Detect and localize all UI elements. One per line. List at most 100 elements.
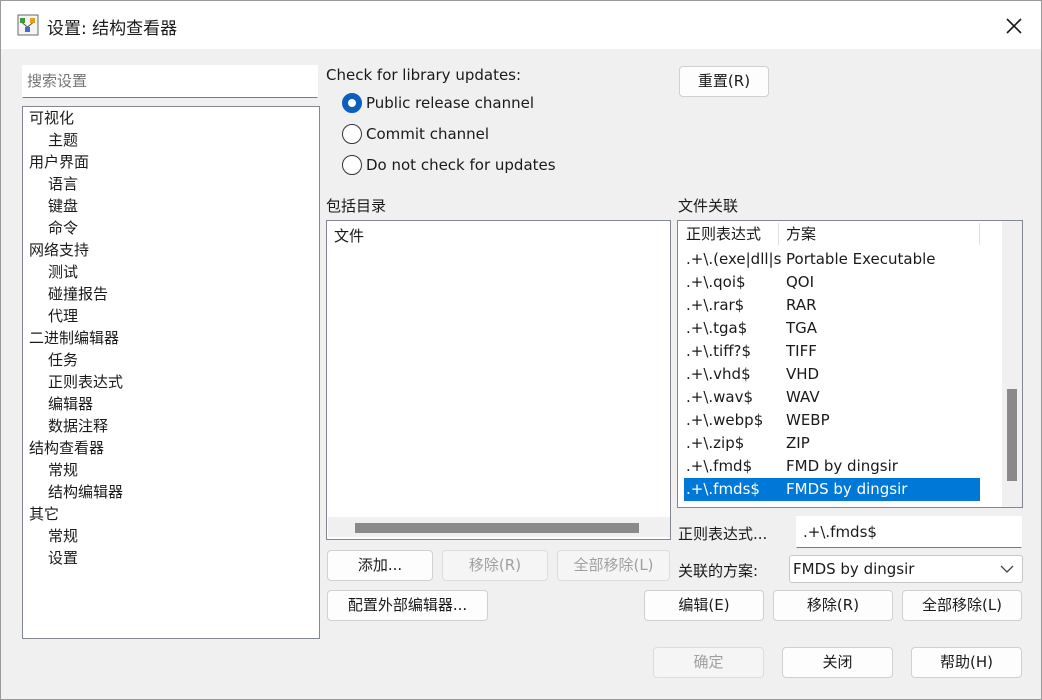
- table-row[interactable]: .+\.qoi$ QOI: [684, 271, 980, 294]
- scrollbar-thumb[interactable]: [1007, 389, 1017, 481]
- file-assoc-label: 文件关联: [678, 197, 739, 215]
- regex-cell: .+\.zip$: [686, 434, 745, 452]
- regex-cell: .+\.tiff?$: [686, 342, 752, 360]
- table-row[interactable]: .+\.vhd$ VHD: [684, 363, 980, 386]
- tree-child-item[interactable]: 测试: [48, 261, 78, 283]
- list-item[interactable]: 文件: [334, 225, 364, 247]
- tree-category-item[interactable]: 可视化: [29, 107, 74, 129]
- settings-tree[interactable]: 可视化 主题 用户界面 语言 键盘 命令 网络支持 测试 碰撞报告 代理 二进制编辑器 任务 正则表达式…: [22, 106, 320, 639]
- remove-all-dirs-button[interactable]: 全部移除(L): [557, 550, 670, 581]
- settings-dialog: 设置: 结构查看器 可视化主题用户界面语言键盘命令网络支持测试碰撞报告代理二进制…: [0, 0, 1042, 700]
- scheme-cell: RAR: [786, 296, 817, 314]
- tree-category-item[interactable]: 网络支持: [29, 239, 89, 261]
- add-dir-button[interactable]: 添加...: [327, 550, 433, 581]
- scheme-cell: WEBP: [786, 411, 830, 429]
- remove-dir-button[interactable]: 移除(R): [442, 550, 548, 581]
- scheme-cell: TIFF: [786, 342, 817, 360]
- tree-child-item[interactable]: 常规: [48, 525, 78, 547]
- radio-commit-channel[interactable]: Commit channel: [342, 123, 542, 145]
- chevron-down-icon: [1000, 565, 1014, 573]
- tree-child-item[interactable]: 设置: [48, 547, 78, 569]
- tree-category-item[interactable]: 结构查看器: [29, 437, 104, 459]
- ok-button[interactable]: 确定: [653, 647, 764, 678]
- scrollbar-thumb[interactable]: [355, 523, 639, 533]
- column-header-scheme[interactable]: 方案: [778, 221, 978, 247]
- help-button[interactable]: 帮助(H): [911, 647, 1022, 678]
- tree-category-item[interactable]: 二进制编辑器: [29, 327, 119, 349]
- tree-child-item[interactable]: 主题: [48, 129, 78, 151]
- scheme-label: 关联的方案:: [678, 562, 759, 580]
- tree-child-item[interactable]: 数据注释: [48, 415, 108, 437]
- close-icon[interactable]: [1001, 13, 1027, 39]
- vertical-scrollbar[interactable]: [1002, 221, 1022, 507]
- close-button[interactable]: 关闭: [782, 647, 893, 678]
- tree-child-item[interactable]: 代理: [48, 305, 78, 327]
- table-row[interactable]: .+\.webp$ WEBP: [684, 409, 980, 432]
- include-dirs-label: 包括目录: [326, 197, 387, 215]
- radio-label: Commit channel: [366, 125, 490, 143]
- tree-category-item[interactable]: 用户界面: [29, 151, 89, 173]
- regex-input[interactable]: .+\.fmds$: [796, 516, 1022, 548]
- tree-child-item[interactable]: 结构编辑器: [48, 481, 123, 503]
- title-bar: 设置: 结构查看器: [1, 1, 1041, 49]
- scheme-cell: WAV: [786, 388, 820, 406]
- horizontal-scrollbar[interactable]: [328, 517, 670, 537]
- scheme-cell: FMD by dingsir: [786, 457, 898, 475]
- tree-category-item[interactable]: 其它: [29, 503, 59, 525]
- radio-no-check[interactable]: Do not check for updates: [342, 154, 556, 176]
- radio-dot[interactable]: [342, 124, 362, 144]
- search-input[interactable]: [22, 65, 318, 98]
- regex-cell: .+\.(exe|dll|sys)$: [686, 250, 781, 268]
- table-row[interactable]: .+\.zip$ ZIP: [684, 432, 980, 455]
- configure-editor-button[interactable]: 配置外部编辑器...: [327, 590, 488, 621]
- remove-all-assoc-button[interactable]: 全部移除(L): [902, 590, 1022, 621]
- scheme-cell: TGA: [786, 319, 818, 337]
- scheme-cell: FMDS by dingsir: [786, 480, 908, 498]
- settings-app-icon: [17, 14, 39, 36]
- file-assoc-table[interactable]: 正则表达式 方案 .+\.(exe|dll|sys)$ Portable Exec…: [677, 220, 1023, 508]
- table-row[interactable]: .+\.tiff?$ TIFF: [684, 340, 980, 363]
- tree-child-item[interactable]: 语言: [48, 173, 78, 195]
- scheme-cell: Portable Executable: [786, 250, 936, 268]
- table-row[interactable]: .+\.fmd$ FMD by dingsir: [684, 455, 980, 478]
- table-row[interactable]: .+\.wav$ WAV: [684, 386, 980, 409]
- window-title: 设置: 结构查看器: [47, 19, 178, 39]
- tree-child-item[interactable]: 常规: [48, 459, 78, 481]
- radio-dot[interactable]: [342, 155, 362, 175]
- edit-assoc-button[interactable]: 编辑(E): [644, 590, 764, 621]
- updates-label: Check for library updates:: [326, 66, 522, 84]
- regex-cell: .+\.rar$: [686, 296, 745, 314]
- include-dirs-list[interactable]: 文件: [326, 220, 671, 540]
- tree-child-item[interactable]: 碰撞报告: [48, 283, 108, 305]
- radio-label: Do not check for updates: [366, 156, 556, 174]
- remove-assoc-button[interactable]: 移除(R): [773, 590, 893, 621]
- regex-label: 正则表达式...: [678, 525, 768, 543]
- radio-public-release[interactable]: Public release channel: [342, 92, 542, 114]
- scheme-select[interactable]: FMDS by dingsir: [789, 555, 1023, 583]
- scheme-cell: QOI: [786, 273, 815, 291]
- table-row[interactable]: .+\.rar$ RAR: [684, 294, 980, 317]
- column-separator[interactable]: [979, 223, 980, 245]
- radio-label: Public release channel: [366, 94, 534, 112]
- scheme-cell: VHD: [786, 365, 820, 383]
- scheme-cell: ZIP: [786, 434, 810, 452]
- tree-child-item[interactable]: 命令: [48, 217, 78, 239]
- column-header-regex[interactable]: 正则表达式: [678, 221, 778, 247]
- table-row[interactable]: .+\.tga$ TGA: [684, 317, 980, 340]
- regex-cell: .+\.webp$: [686, 411, 764, 429]
- regex-cell: .+\.tga$: [686, 319, 748, 337]
- table-row[interactable]: .+\.(exe|dll|sys)$ Portable Executable: [684, 248, 980, 271]
- scheme-select-value: FMDS by dingsir: [793, 560, 915, 578]
- radio-selected-dot[interactable]: [342, 93, 362, 113]
- tree-child-item[interactable]: 编辑器: [48, 393, 93, 415]
- tree-child-item[interactable]: 任务: [48, 349, 78, 371]
- regex-cell: .+\.wav$: [686, 388, 754, 406]
- tree-child-item[interactable]: 键盘: [48, 195, 78, 217]
- table-row[interactable]: .+\.fmds$ FMDS by dingsir: [684, 478, 980, 501]
- regex-cell: .+\.qoi$: [686, 273, 746, 291]
- tree-child-item[interactable]: 正则表达式: [48, 371, 123, 393]
- reset-button[interactable]: 重置(R): [679, 66, 769, 97]
- regex-cell: .+\.fmd$: [686, 457, 753, 475]
- regex-cell: .+\.fmds$: [686, 480, 760, 498]
- regex-cell: .+\.vhd$: [686, 365, 751, 383]
